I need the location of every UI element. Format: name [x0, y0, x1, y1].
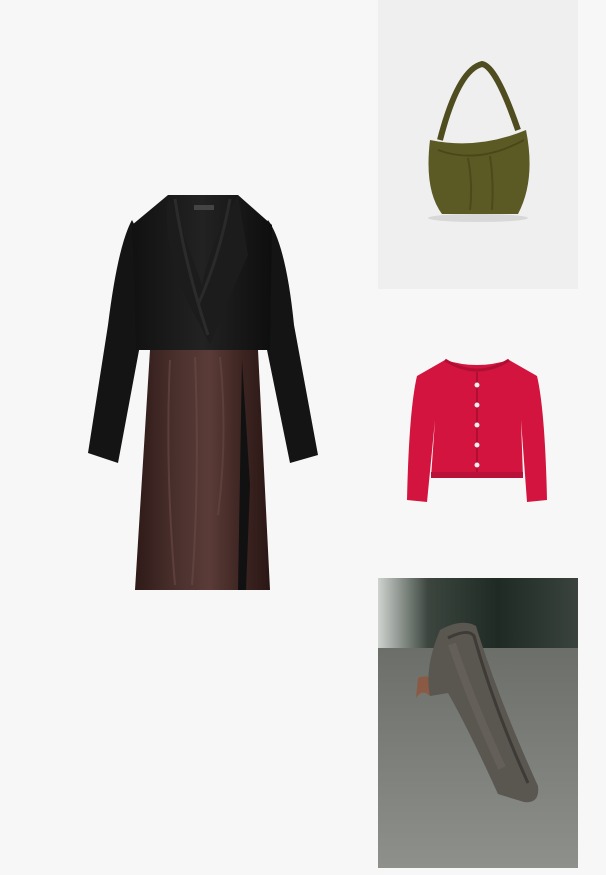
bag-icon: [378, 0, 578, 289]
dress-image: [80, 185, 330, 595]
cardigan-image: [395, 350, 560, 510]
shoe-image: [378, 578, 578, 868]
cardigan-icon: [407, 358, 547, 502]
shoe-icon: [378, 578, 578, 868]
outfit-collage: [0, 0, 606, 875]
bag-image: [378, 0, 578, 289]
dress-icon: [88, 195, 318, 590]
